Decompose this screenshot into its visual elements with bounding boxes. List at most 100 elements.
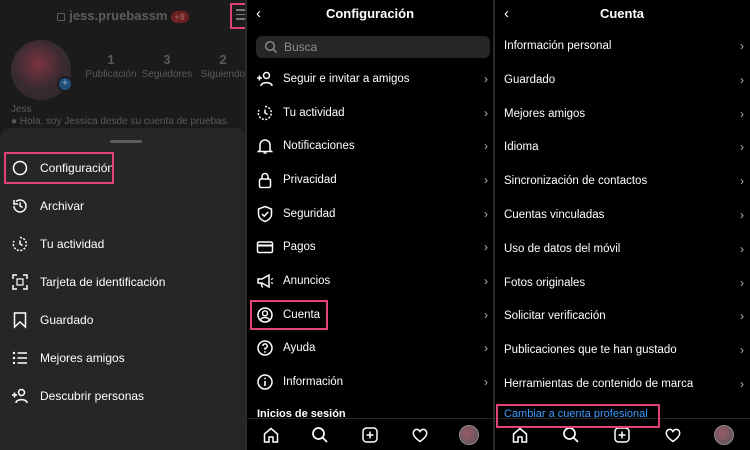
page-title: Configuración — [325, 6, 415, 21]
account-item-publicaciones-gustado[interactable]: Publicaciones que te han gustado › — [494, 335, 750, 365]
settings-item-label: Información — [283, 376, 344, 388]
chevron-right-icon: › — [484, 308, 488, 322]
chevron-right-icon: › — [740, 39, 744, 53]
account-item-uso-datos[interactable]: Uso de datos del móvil › — [494, 234, 750, 264]
chevron-right-icon: › — [740, 107, 744, 121]
sheet-item-archivar[interactable]: Archivar — [0, 188, 246, 224]
sheet-item-tarjeta[interactable]: Tarjeta de identificación — [0, 264, 246, 300]
chevron-right-icon: › — [484, 72, 488, 86]
settings-item-seguridad[interactable]: Seguridad › — [246, 199, 494, 229]
stat-followers[interactable]: 3 Seguidores — [140, 52, 194, 80]
stat-value: 1 — [107, 52, 115, 67]
settings-item-label: Seguir e invitar a amigos — [283, 73, 410, 85]
panel-divider — [245, 0, 247, 450]
settings-item-ayuda[interactable]: Ayuda › — [246, 333, 494, 363]
megaphone-icon — [256, 272, 274, 290]
username: jess.pruebassm — [69, 8, 168, 23]
search-input[interactable]: Busca — [256, 36, 490, 58]
chevron-right-icon: › — [484, 375, 488, 389]
account-item-idioma[interactable]: Idioma › — [494, 132, 750, 162]
activity-icon — [11, 235, 29, 253]
profile-tab[interactable] — [459, 424, 480, 445]
bottom-sheet-menu: Configuración Archivar Tu actividad Tarj… — [0, 128, 246, 450]
settings-item-pagos[interactable]: Pagos › — [246, 232, 494, 262]
new-post-icon[interactable] — [360, 425, 380, 445]
profile-username-header: jess.pruebassm +9 — [0, 8, 246, 23]
settings-item-seguir-invitar[interactable]: Seguir e invitar a amigos › — [246, 64, 494, 94]
sheet-item-descubrir-personas[interactable]: Descubrir personas — [0, 378, 246, 414]
notification-badge[interactable]: +9 — [170, 10, 189, 23]
settings-item-label: Pagos — [283, 241, 316, 253]
tab-bar — [246, 418, 494, 450]
sheet-item-guardado[interactable]: Guardado — [0, 302, 246, 338]
chevron-right-icon: › — [740, 174, 744, 188]
stat-value: 3 — [163, 52, 171, 67]
chevron-right-icon: › — [740, 309, 744, 323]
account-item-label: Guardado — [504, 74, 556, 86]
account-item-label: Fotos originales — [504, 277, 586, 289]
account-item-mejores-amigos[interactable]: Mejores amigos › — [494, 99, 750, 129]
account-item-label: Publicaciones que te han gustado — [504, 344, 677, 356]
settings-item-informacion[interactable]: Información › — [246, 367, 494, 397]
professional-highlight-box — [496, 404, 660, 428]
settings-item-label: Anuncios — [283, 275, 331, 287]
account-item-label: Sincronización de contactos — [504, 175, 648, 187]
info-icon — [256, 373, 274, 391]
account-item-guardado[interactable]: Guardado › — [494, 65, 750, 95]
account-item-informacion-personal[interactable]: Información personal › — [494, 31, 750, 61]
chevron-right-icon: › — [740, 276, 744, 290]
account-item-label: Uso de datos del móvil — [504, 243, 621, 255]
settings-item-label: Tu actividad — [283, 107, 345, 119]
heart-icon[interactable] — [663, 425, 683, 445]
settings-item-label: Privacidad — [283, 174, 337, 186]
settings-header: ‹ Configuración — [246, 0, 494, 28]
bio-text: ● Hola, soy Jessica desde su cuenta de p… — [11, 116, 230, 127]
account-item-label: Idioma — [504, 141, 539, 153]
account-item-label: Herramientas de contenido de marca — [504, 378, 694, 390]
activity-icon — [256, 104, 274, 122]
account-item-sincronizacion[interactable]: Sincronización de contactos › — [494, 166, 750, 196]
settings-item-anuncios[interactable]: Anuncios › — [246, 266, 494, 296]
sheet-item-label: Descubrir personas — [40, 389, 145, 403]
avatar — [459, 424, 480, 445]
home-icon[interactable] — [261, 425, 281, 445]
sheet-handle[interactable] — [110, 140, 142, 143]
stat-posts[interactable]: 1 Publicación — [84, 52, 138, 80]
chevron-right-icon: › — [740, 208, 744, 222]
sheet-item-mejores-amigos[interactable]: Mejores amigos — [0, 340, 246, 376]
settings-item-privacidad[interactable]: Privacidad › — [246, 165, 494, 195]
chevron-right-icon: › — [740, 73, 744, 87]
account-item-cuentas-vinculadas[interactable]: Cuentas vinculadas › — [494, 200, 750, 230]
profile-tab[interactable] — [714, 424, 735, 445]
bell-icon — [256, 137, 274, 155]
chevron-right-icon: › — [484, 173, 488, 187]
avatar — [714, 424, 735, 445]
close-friends-icon — [11, 349, 29, 367]
help-icon — [256, 339, 274, 357]
account-item-herramientas-marca[interactable]: Herramientas de contenido de marca › — [494, 369, 750, 399]
account-item-solicitar-verificacion[interactable]: Solicitar verificación › — [494, 301, 750, 331]
account-header: ‹ Cuenta — [494, 0, 750, 28]
stat-label: Publicación — [85, 69, 137, 80]
account-panel: ‹ Cuenta Información personal › Guardado ›… — [494, 0, 750, 450]
account-item-label: Información personal — [504, 40, 612, 52]
account-item-fotos-originales[interactable]: Fotos originales › — [494, 268, 750, 298]
add-story-icon[interactable]: + — [57, 76, 73, 92]
sheet-item-label: Guardado — [40, 313, 94, 327]
stat-label: Seguidores — [141, 69, 193, 80]
sheet-item-tu-actividad[interactable]: Tu actividad — [0, 226, 246, 262]
heart-icon[interactable] — [410, 425, 430, 445]
chevron-right-icon: › — [484, 207, 488, 221]
settings-item-label: Notificaciones — [283, 140, 355, 152]
stat-following[interactable]: 2 Siguiendo — [196, 52, 246, 80]
bio-text-content: Hola, soy Jessica desde su cuenta de pru… — [19, 116, 230, 127]
settings-item-label: Seguridad — [283, 208, 336, 220]
settings-item-notificaciones[interactable]: Notificaciones › — [246, 131, 494, 161]
search-icon[interactable] — [310, 425, 330, 445]
settings-item-tu-actividad[interactable]: Tu actividad › — [246, 98, 494, 128]
sheet-item-label: Mejores amigos — [40, 351, 125, 365]
stat-label: Siguiendo — [200, 69, 246, 80]
chevron-right-icon: › — [484, 240, 488, 254]
qr-code-icon — [11, 273, 29, 291]
page-title: Cuenta — [599, 6, 645, 21]
